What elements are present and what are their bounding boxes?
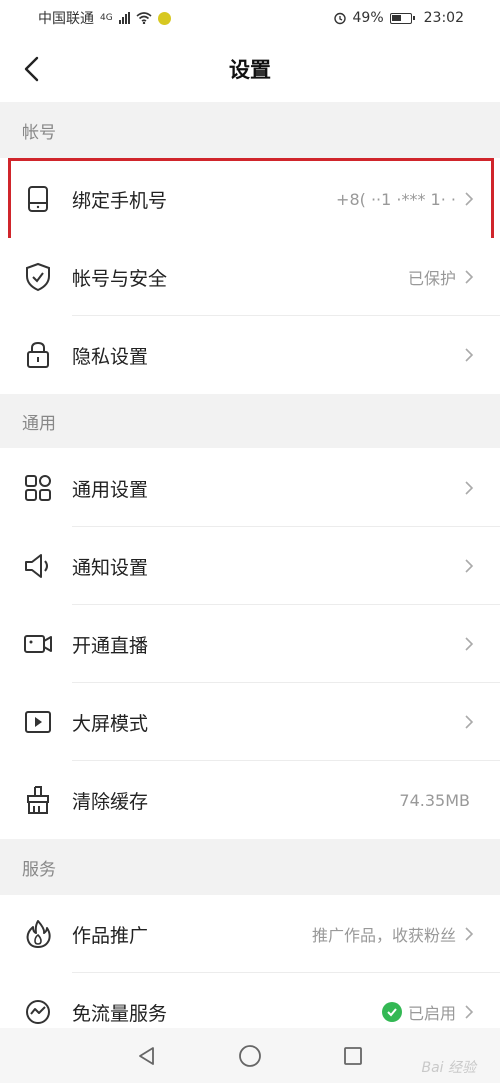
settings-item-label: 帐号与安全: [72, 267, 168, 290]
highlight-box: [8, 158, 494, 242]
chevron-right-icon: [465, 715, 474, 729]
signal-icon: [118, 12, 130, 24]
chevron-right-icon: [465, 348, 474, 362]
settings-item-label: 隐私设置: [72, 345, 149, 368]
settings-item-label: 开通直播: [72, 634, 149, 657]
back-triangle-icon[interactable]: [136, 1045, 158, 1067]
chevron-right-icon: [465, 1005, 474, 1019]
page-title: 设置: [229, 58, 271, 82]
speaker-icon: [22, 550, 54, 582]
chevron-right-icon: [465, 481, 474, 495]
chevron-right-icon: [465, 637, 474, 651]
enabled-status: 已启用: [381, 1000, 456, 1024]
alarm-icon: [333, 12, 346, 25]
settings-item-general[interactable]: 通用设置: [0, 449, 500, 527]
wifi-icon: [136, 12, 152, 24]
recents-square-icon[interactable]: [342, 1045, 364, 1067]
home-circle-icon[interactable]: [238, 1044, 262, 1068]
network-type: 4G: [100, 13, 113, 23]
battery-percent: 49%: [352, 10, 384, 26]
carrier-label: 中国联通: [38, 11, 94, 27]
enabled-status-text: 已启用: [407, 1004, 456, 1023]
app-notification-icon: [157, 11, 171, 25]
lock-icon: [22, 339, 54, 371]
section-header-services: 服务: [0, 839, 500, 895]
chevron-left-icon[interactable]: [18, 54, 48, 84]
settings-item-notifications[interactable]: 通知设置: [0, 527, 500, 605]
section-header-general: 通用: [0, 394, 500, 448]
chevron-right-icon: [465, 927, 474, 941]
settings-item-label: 免流量服务: [72, 1002, 168, 1025]
settings-item-clear-cache[interactable]: 清除缓存 74.35MB: [0, 761, 500, 839]
free-data-icon: [22, 996, 54, 1028]
clock: 23:02: [423, 10, 464, 26]
status-bar: 中国联通 4G 49% 23:02: [0, 0, 500, 36]
navigation-bar: 设置: [0, 36, 500, 102]
settings-item-label: 大屏模式: [72, 712, 149, 735]
settings-item-label: 作品推广: [72, 924, 149, 947]
settings-item-label: 通用设置: [72, 478, 149, 501]
watermark: Bai 经验: [421, 1060, 476, 1076]
broom-icon: [22, 784, 54, 816]
video-camera-icon: [22, 628, 54, 660]
promotion-hint: 推广作品，收获粉丝: [311, 926, 456, 945]
play-screen-icon: [22, 706, 54, 738]
shield-check-icon: [22, 261, 54, 293]
section-header-account: 帐号: [0, 102, 500, 158]
cache-size-value: 74.35MB: [399, 790, 470, 810]
grid-icon: [22, 472, 54, 504]
chevron-right-icon: [465, 270, 474, 284]
settings-item-account-security[interactable]: 帐号与安全 已保护: [0, 238, 500, 316]
status-value: 已保护: [407, 269, 456, 288]
flame-icon: [22, 918, 54, 950]
settings-item-promotion[interactable]: 作品推广 推广作品，收获粉丝: [0, 895, 500, 973]
settings-item-big-screen[interactable]: 大屏模式: [0, 683, 500, 761]
settings-item-privacy[interactable]: 隐私设置: [0, 316, 500, 394]
check-circle-icon: [381, 1002, 402, 1022]
settings-item-label: 清除缓存: [72, 790, 149, 813]
settings-item-live-stream[interactable]: 开通直播: [0, 605, 500, 683]
battery-icon: [389, 12, 415, 24]
settings-item-label: 通知设置: [72, 556, 149, 579]
chevron-right-icon: [465, 559, 474, 573]
